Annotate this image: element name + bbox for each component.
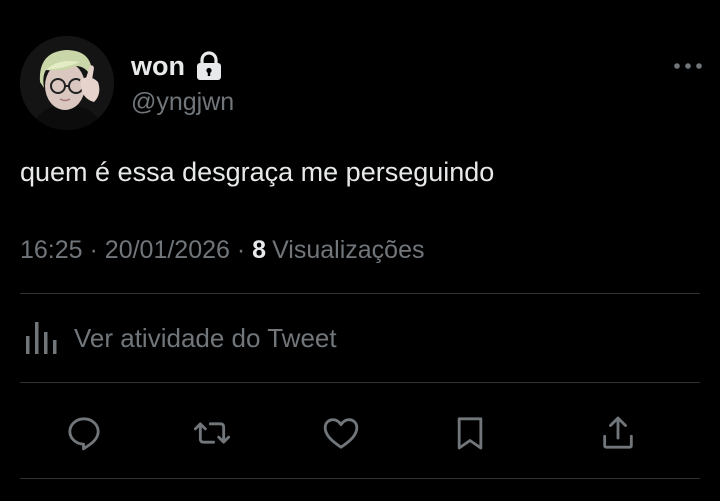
avatar[interactable] xyxy=(20,36,114,130)
views-label: Visualizações xyxy=(272,236,425,264)
activity-label: Ver atividade do Tweet xyxy=(74,323,337,353)
divider xyxy=(20,478,700,479)
tweet-meta: 16:25 · 20/01/2026 · 8 Visualizações xyxy=(20,233,424,267)
bookmark-button[interactable] xyxy=(448,411,492,455)
views-count: 8 xyxy=(252,236,267,264)
display-name[interactable]: won xyxy=(131,50,185,82)
retweet-icon xyxy=(193,422,231,444)
reply-button[interactable] xyxy=(62,411,106,455)
more-options-button[interactable] xyxy=(670,54,706,78)
view-tweet-activity-link[interactable]: Ver atividade do Tweet xyxy=(24,320,337,356)
more-icon xyxy=(674,63,702,69)
tweet-date[interactable]: 20/01/2026 xyxy=(105,236,230,264)
share-icon xyxy=(603,416,633,449)
avatar-image xyxy=(20,36,114,130)
like-icon xyxy=(323,418,359,449)
divider xyxy=(20,382,700,383)
share-button[interactable] xyxy=(596,411,640,455)
tweet-time[interactable]: 16:25 xyxy=(20,236,83,264)
retweet-button[interactable] xyxy=(190,411,234,455)
meta-separator: · xyxy=(236,236,246,264)
meta-separator: · xyxy=(89,236,98,264)
lock-icon xyxy=(195,51,223,81)
analytics-icon xyxy=(26,322,57,354)
bookmark-icon xyxy=(457,417,483,450)
tweet-text: quem é essa desgraça me perseguindo xyxy=(20,157,495,187)
reply-icon xyxy=(68,417,100,451)
like-button[interactable] xyxy=(319,411,363,455)
user-handle[interactable]: @yngjwn xyxy=(131,86,234,118)
divider xyxy=(20,293,700,294)
tweet-actions xyxy=(0,405,720,461)
display-name-row: won xyxy=(131,50,223,82)
